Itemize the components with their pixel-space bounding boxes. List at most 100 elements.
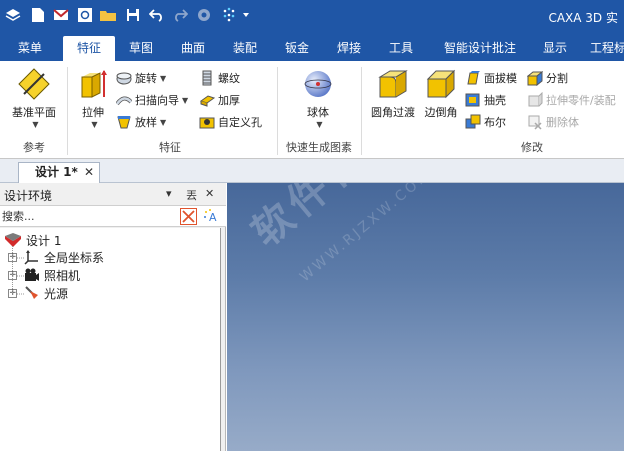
thread-button[interactable]: 螺纹 [199,69,240,87]
chevron-down-icon: ▼ [160,117,167,127]
sweep-guide-label: 扫描向导 [135,94,179,107]
search-input[interactable] [2,208,172,225]
shell-label: 抽壳 [484,94,506,107]
fillet-icon [376,67,410,101]
sparkle-grid-icon[interactable] [220,6,238,24]
tree-item-label: 光源 [44,286,69,301]
datum-plane-button[interactable]: 基准平面 ▼ [6,67,62,129]
group-divider [67,67,68,155]
custom-hole-icon [199,117,215,129]
3d-viewport[interactable]: 软件自学网 WWW.RJZXW.COM [227,183,624,451]
sphere-button[interactable]: 球体 ▼ [298,67,338,129]
tab-feature[interactable]: 特征 [63,36,115,61]
quick-access-toolbar: CAXA 3D 实 [0,0,624,32]
loft-label: 放样 [135,116,157,129]
panel-menu-icon[interactable]: ▾ [166,187,172,200]
chamfer-icon [424,67,458,101]
loft-button[interactable]: 放样 ▼ [116,113,166,131]
thread-label: 螺纹 [218,72,240,85]
tab-display[interactable]: 显示 [536,36,574,61]
panel-header: 设计环境 ▾ 丟 ✕ [0,183,226,205]
thread-icon [202,70,212,86]
tab-assembly[interactable]: 装配 [226,36,264,61]
loft-icon [117,116,131,129]
boolean-icon [465,114,481,129]
stretch-part-label: 拉伸零件/装配 [546,94,616,107]
tab-sheet-metal[interactable]: 钣金 [278,36,316,61]
datum-plane-icon [17,67,51,101]
stretch-part-assembly-button[interactable]: 拉伸零件/装配 [527,91,616,109]
sweep-guide-icon [116,96,132,106]
delete-body-icon [528,115,542,130]
shell-button[interactable]: 抽壳 [465,91,506,109]
tab-engineering[interactable]: 工程标 [590,36,624,61]
tab-smart-design-annotation[interactable]: 智能设计批注 [435,36,525,61]
thicken-button[interactable]: 加厚 [199,91,240,109]
draft-icon [467,71,480,85]
pin-icon[interactable]: 丟 [186,187,197,203]
fillet-button[interactable]: 圆角过渡 [368,67,418,120]
coordinate-axes-icon [24,250,38,265]
datum-plane-label: 基准平面 [12,106,56,119]
sweep-guide-button[interactable]: 扫描向导 ▼ [116,91,188,109]
tab-welding[interactable]: 焊接 [330,36,368,61]
clear-search-icon[interactable] [180,208,197,228]
delete-body-label: 删除体 [546,116,579,129]
tab-tools[interactable]: 工具 [382,36,420,61]
custom-hole-label: 自定义孔 [218,116,262,129]
chamfer-label: 边倒角 [424,106,458,119]
close-icon[interactable]: ✕ [84,163,94,182]
tab-menu[interactable]: 菜单 [6,36,54,61]
chevron-down-icon: ▼ [182,95,189,105]
split-icon [527,70,543,86]
group-label-modify: 修改 [521,141,543,154]
layers-icon[interactable] [4,6,22,24]
ribbon-tabs: 菜单 特征 草图 曲面 装配 钣金 焊接 工具 智能设计批注 显示 工程标 [0,32,624,61]
extrude-label: 拉伸 [82,106,104,119]
camera-icon [25,268,39,281]
tree-item-label: 照相机 [44,268,81,283]
split-label: 分割 [546,72,568,85]
tab-sketch[interactable]: 草图 [122,36,160,61]
extrude-button[interactable]: 拉伸 ▼ [74,67,112,129]
document-tab[interactable]: 设计 1* ✕ [18,162,100,183]
tree-item-label: 设计 1 [26,233,62,248]
sphere-label: 球体 [307,106,329,119]
chevron-down-icon: ▼ [160,73,167,83]
design-environment-panel: 设计环境 ▾ 丟 ✕ A 设计 1 + 全局坐标系 + 照相机 + 光源 [0,183,226,451]
delete-body-button[interactable]: 删除体 [527,113,579,131]
dropdown-arrow-icon[interactable] [240,6,252,24]
tree-item-global-coordinate-system[interactable]: 全局坐标系 [24,248,104,266]
group-divider [277,67,278,155]
search-bar: A [0,205,226,227]
tree-item-camera[interactable]: 照相机 [24,266,80,284]
boolean-button[interactable]: 布尔 [465,113,506,131]
chevron-down-icon: ▼ [91,120,98,129]
gear-icon[interactable] [195,6,213,24]
split-button[interactable]: 分割 [527,69,568,87]
draft-button[interactable]: 面拔模 [465,69,517,87]
save-icon[interactable] [124,6,142,24]
close-icon[interactable]: ✕ [205,187,214,200]
revolve-label: 旋转 [135,72,157,85]
chamfer-button[interactable]: 边倒角 [422,67,460,120]
open-folder-icon[interactable] [99,6,117,24]
tree-item-light-source[interactable]: 光源 [24,284,68,302]
panel-title: 设计环境 [4,189,53,203]
mail-icon[interactable] [52,6,70,24]
new-file-icon[interactable] [29,6,47,24]
custom-hole-button[interactable]: 自定义孔 [199,113,262,131]
redo-icon[interactable] [171,6,189,24]
filter-sort-icon[interactable]: A [202,208,220,228]
undo-icon[interactable] [148,6,166,24]
document-tab-label: 设计 1* [35,165,78,179]
chevron-down-icon: ▼ [316,120,323,129]
group-label-quick-primitive: 快速生成图素 [286,141,352,154]
revolve-button[interactable]: 旋转 ▼ [116,69,166,87]
ribbon-panel: 基准平面 ▼ 参考 拉伸 ▼ 旋转 ▼ 扫描向导 ▼ 放样 ▼ 螺纹 加厚 自定义孔 … [0,61,624,159]
document-icon[interactable] [76,6,94,24]
tab-surface[interactable]: 曲面 [174,36,212,61]
svg-text:A: A [209,211,217,224]
thicken-icon [199,95,215,107]
tree-item-label: 全局坐标系 [44,250,105,265]
